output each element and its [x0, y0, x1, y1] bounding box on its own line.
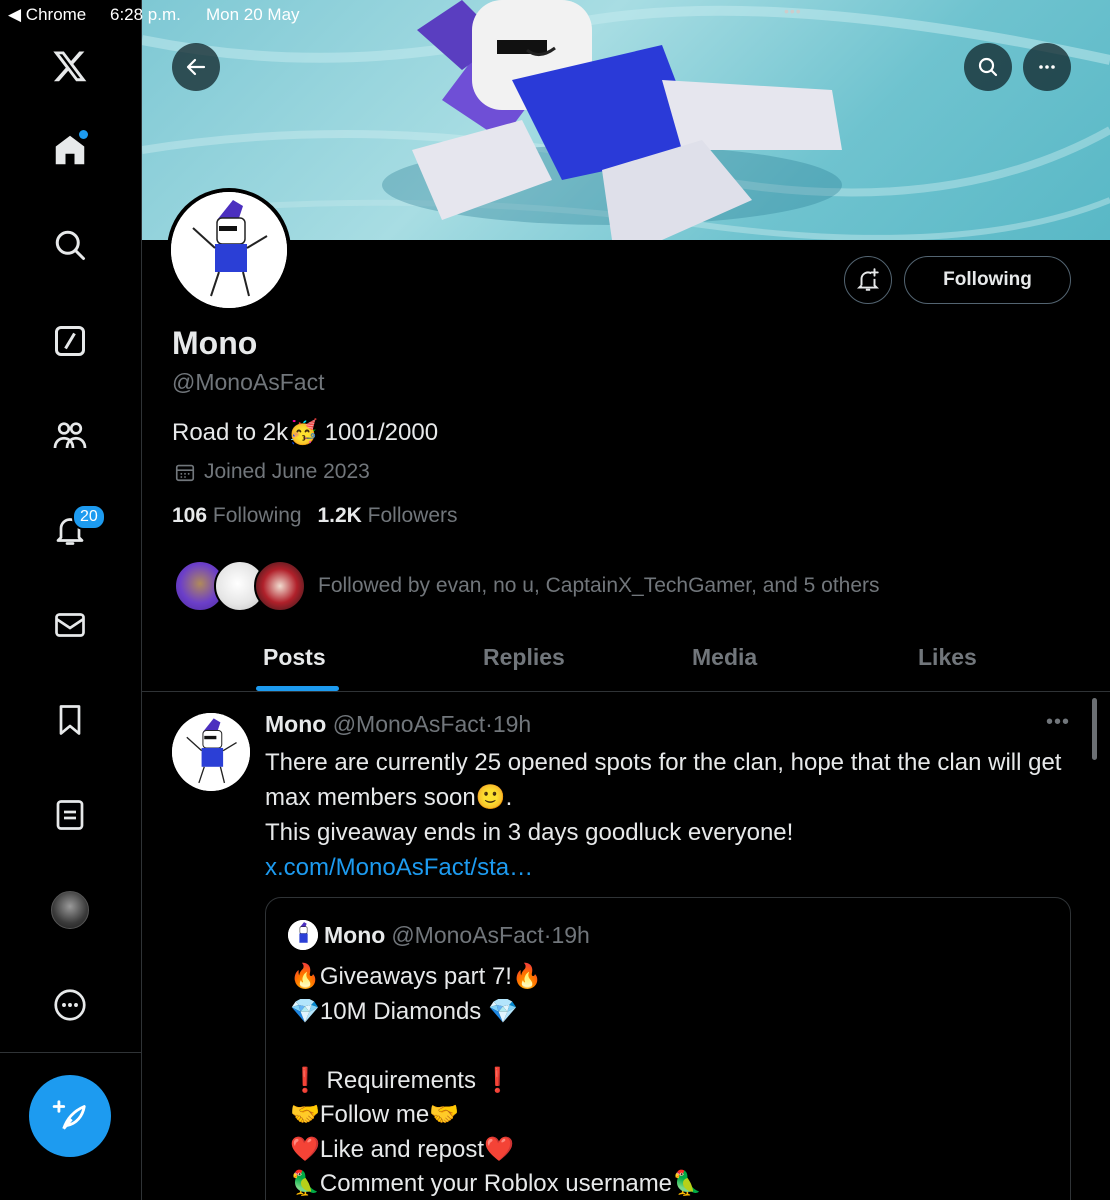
- followed-by-row[interactable]: Followed by evan, no u, CaptainX_TechGam…: [174, 558, 880, 614]
- profile-bio: Road to 2k🥳 1001/2000: [172, 419, 439, 446]
- sidebar: 20: [0, 0, 142, 1200]
- compose-post-button[interactable]: [29, 1075, 111, 1157]
- followers-label: Followers: [367, 504, 458, 527]
- date: Mon 20 May: [206, 5, 300, 24]
- tab-replies[interactable]: Replies: [483, 644, 565, 671]
- more-circle-icon: [54, 989, 86, 1021]
- separator-dot: ·: [485, 711, 493, 737]
- sidebar-item-communities[interactable]: [42, 408, 98, 464]
- sidebar-item-explore[interactable]: [42, 217, 98, 273]
- joined-date: Joined June 2023: [174, 460, 370, 484]
- following-button[interactable]: Following: [904, 256, 1071, 304]
- slash-square-icon: [55, 326, 85, 356]
- followed-by-avatars: [174, 558, 306, 614]
- back-button[interactable]: [172, 43, 220, 91]
- joined-text: Joined June 2023: [204, 460, 370, 483]
- status-bar: ◀ Chrome 6:28 p.m. Mon 20 May •••: [0, 0, 1110, 30]
- banner-image: [142, 0, 1110, 240]
- followed-by-text: Followed by evan, no u, CaptainX_TechGam…: [318, 574, 880, 597]
- avatar: [288, 920, 318, 950]
- profile-avatar-image: [171, 192, 287, 308]
- follow-stats: 106 Following 1.2K Followers: [172, 504, 458, 528]
- quoted-post[interactable]: Mono @MonoAsFact·19h 🔥Giveaways part 7!🔥…: [265, 897, 1071, 1200]
- sidebar-divider: [0, 1052, 142, 1053]
- search-icon: [978, 57, 998, 77]
- notify-subscribe-button[interactable]: [844, 256, 892, 304]
- x-logo-link[interactable]: [42, 38, 98, 94]
- sidebar-item-lists[interactable]: [42, 787, 98, 843]
- sidebar-item-messages[interactable]: [42, 597, 98, 653]
- profile-main: Following Mono @MonoAsFact Road to 2k🥳 1…: [142, 0, 1110, 1200]
- more-options-button[interactable]: [1023, 43, 1071, 91]
- new-content-dot: [79, 130, 88, 139]
- tab-likes[interactable]: Likes: [918, 644, 977, 671]
- multitasking-dots[interactable]: •••: [784, 3, 802, 19]
- clock: 6:28 p.m.: [110, 5, 181, 24]
- post-time[interactable]: 19h: [493, 711, 531, 737]
- tab-posts[interactable]: Posts: [263, 644, 326, 671]
- quoted-author-name: Mono: [324, 921, 386, 948]
- post-more-button[interactable]: •••: [1046, 711, 1070, 734]
- post-author-name[interactable]: Mono: [265, 711, 326, 737]
- bell-plus-icon: [856, 268, 880, 291]
- profile-banner[interactable]: [142, 0, 1110, 240]
- x-logo-icon: [53, 51, 87, 82]
- post-text: There are currently 25 opened spots for …: [265, 745, 1085, 885]
- following-label: Following: [212, 504, 302, 527]
- post[interactable]: Mono @MonoAsFact·19h ••• There are curre…: [142, 693, 1110, 1200]
- post-link[interactable]: x.com/MonoAsFact/sta…: [265, 850, 1085, 885]
- post-author-handle[interactable]: @MonoAsFact: [333, 711, 485, 737]
- tab-media[interactable]: Media: [692, 644, 757, 671]
- following-count: 106: [172, 504, 208, 527]
- more-horizontal-icon: [1039, 65, 1055, 69]
- sidebar-item-profile[interactable]: [42, 882, 98, 938]
- quoted-post-header: Mono @MonoAsFact·19h: [288, 920, 590, 950]
- list-icon: [56, 800, 84, 830]
- post-text-line-2: This giveaway ends in 3 days goodluck ev…: [265, 819, 794, 846]
- quoted-author-handle: @MonoAsFact·19h: [391, 921, 590, 948]
- feather-plus-icon: [52, 1100, 86, 1130]
- profile-name: Mono: [172, 325, 258, 361]
- bookmark-icon: [59, 705, 81, 735]
- sidebar-item-grok[interactable]: [42, 313, 98, 369]
- envelope-icon: [55, 613, 85, 637]
- sidebar-item-home[interactable]: [42, 122, 98, 178]
- back-to-chrome-link[interactable]: ◀ Chrome: [8, 5, 86, 25]
- avatar: [254, 560, 306, 612]
- avatar: [51, 891, 89, 929]
- profile-avatar[interactable]: [167, 188, 291, 312]
- post-header: Mono @MonoAsFact·19h: [265, 711, 531, 738]
- following-stat[interactable]: 106 Following: [172, 504, 302, 527]
- active-tab-indicator: [256, 686, 339, 691]
- arrow-left-icon: [186, 58, 206, 76]
- quoted-post-text: 🔥Giveaways part 7!🔥 💎10M Diamonds 💎 ❗ Re…: [290, 963, 702, 1197]
- search-profile-button[interactable]: [964, 43, 1012, 91]
- sidebar-item-more[interactable]: [42, 977, 98, 1033]
- post-text-line-1: There are currently 25 opened spots for …: [265, 749, 1062, 811]
- sidebar-item-notifications[interactable]: 20: [42, 502, 106, 558]
- people-icon: [53, 422, 87, 449]
- sidebar-item-bookmarks[interactable]: [42, 692, 98, 748]
- search-icon: [55, 230, 85, 260]
- followers-stat[interactable]: 1.2K Followers: [317, 504, 457, 527]
- profile-handle: @MonoAsFact: [172, 369, 325, 395]
- avatar[interactable]: [172, 713, 250, 791]
- calendar-icon: [175, 464, 195, 482]
- profile-tabs: Posts Replies Media Likes: [142, 628, 1110, 692]
- followers-count: 1.2K: [317, 504, 362, 527]
- notification-count-badge: 20: [72, 504, 106, 530]
